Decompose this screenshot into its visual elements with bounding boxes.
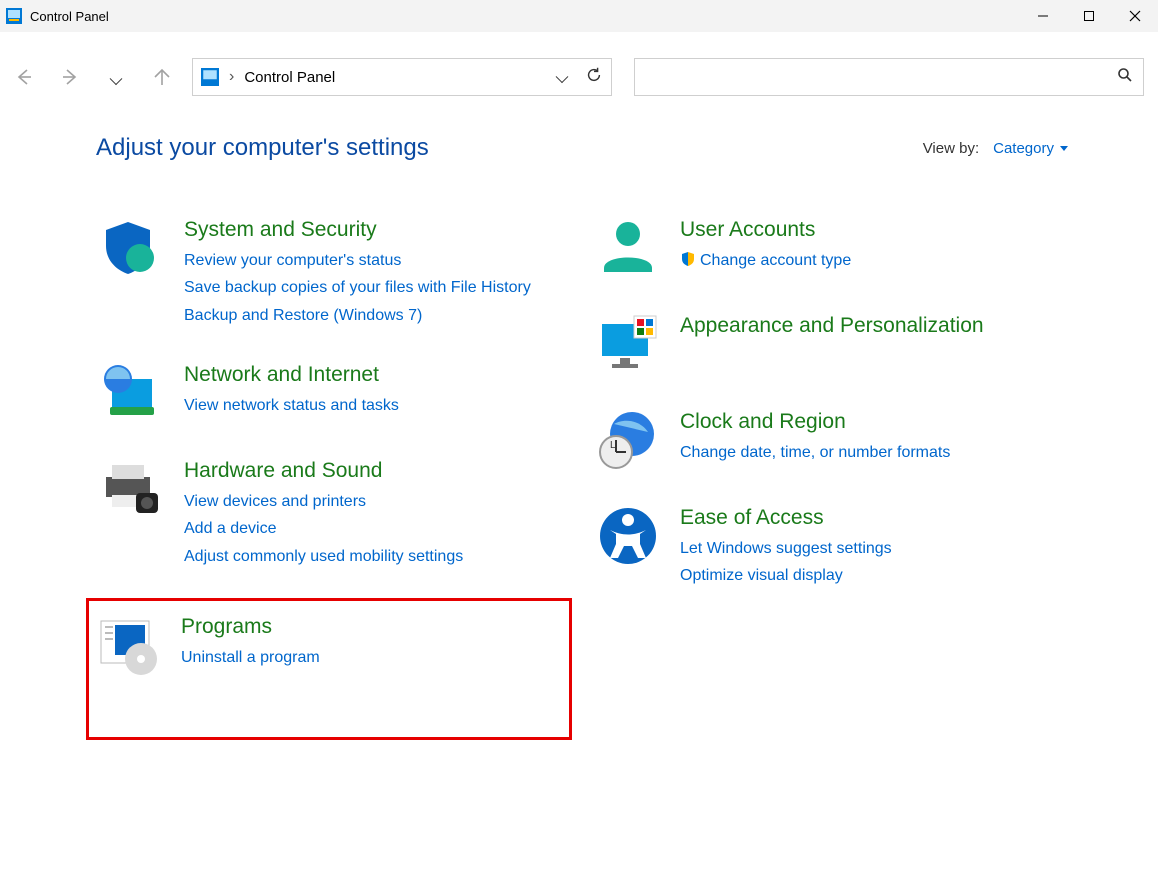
link-text: Change account type	[700, 252, 851, 269]
category-clock-region: L Clock and Region Change date, time, or…	[592, 404, 1068, 476]
category-hardware-sound: Hardware and Sound View devices and prin…	[96, 453, 572, 574]
category-user-accounts: User Accounts Change account type	[592, 212, 1068, 284]
category-network-internet: Network and Internet View network status…	[96, 357, 572, 429]
user-icon[interactable]	[596, 216, 660, 280]
category-title[interactable]: Appearance and Personalization	[680, 312, 1064, 339]
uac-shield-icon	[680, 249, 696, 265]
nav-toolbar: › Control Panel	[0, 32, 1158, 122]
refresh-button[interactable]	[585, 66, 603, 89]
recent-dropdown[interactable]	[106, 67, 126, 87]
link-review-status[interactable]: Review your computer's status	[184, 247, 568, 274]
search-input[interactable]	[645, 69, 1117, 86]
accessibility-icon[interactable]	[596, 504, 660, 568]
category-system-security: System and Security Review your computer…	[96, 212, 572, 333]
link-add-device[interactable]: Add a device	[184, 515, 568, 542]
breadcrumb-text[interactable]: Control Panel	[244, 69, 545, 86]
link-devices-printers[interactable]: View devices and printers	[184, 488, 568, 515]
maximize-button[interactable]	[1066, 0, 1112, 32]
category-title[interactable]: Programs	[181, 613, 561, 640]
printer-icon[interactable]	[100, 457, 164, 521]
address-dropdown[interactable]	[555, 66, 569, 89]
link-file-history[interactable]: Save backup copies of your files with Fi…	[184, 274, 568, 301]
category-title[interactable]: Network and Internet	[184, 361, 568, 388]
back-button[interactable]	[14, 67, 34, 87]
category-title[interactable]: Clock and Region	[680, 408, 1064, 435]
minimize-button[interactable]	[1020, 0, 1066, 32]
link-visual-display[interactable]: Optimize visual display	[680, 562, 1064, 589]
network-icon[interactable]	[100, 361, 164, 425]
link-change-account-type[interactable]: Change account type	[680, 247, 1064, 274]
link-date-time-formats[interactable]: Change date, time, or number formats	[680, 439, 1064, 466]
category-programs: Programs Uninstall a program	[86, 598, 572, 740]
category-appearance: Appearance and Personalization	[592, 308, 1068, 380]
category-ease-of-access: Ease of Access Let Windows suggest setti…	[592, 500, 1068, 594]
search-bar[interactable]	[634, 58, 1144, 96]
control-panel-crumb-icon	[201, 68, 219, 86]
close-button[interactable]	[1112, 0, 1158, 32]
viewby-label: View by:	[923, 140, 979, 157]
title-bar: Control Panel	[0, 0, 1158, 32]
svg-text:L: L	[610, 440, 616, 451]
page-heading: Adjust your computer's settings	[96, 134, 923, 162]
search-icon[interactable]	[1117, 67, 1133, 88]
category-title[interactable]: System and Security	[184, 216, 568, 243]
window-title: Control Panel	[30, 9, 1020, 24]
address-bar[interactable]: › Control Panel	[192, 58, 612, 96]
link-suggest-settings[interactable]: Let Windows suggest settings	[680, 535, 1064, 562]
category-title[interactable]: Ease of Access	[680, 504, 1064, 531]
programs-icon[interactable]	[97, 613, 161, 677]
right-column: User Accounts Change account type Appear…	[592, 212, 1068, 764]
link-backup-restore[interactable]: Backup and Restore (Windows 7)	[184, 302, 568, 329]
left-column: System and Security Review your computer…	[96, 212, 572, 764]
dropdown-caret-icon	[1060, 146, 1068, 151]
viewby-dropdown[interactable]: Category	[993, 140, 1068, 157]
link-mobility-settings[interactable]: Adjust commonly used mobility settings	[184, 543, 568, 570]
clock-globe-icon[interactable]: L	[596, 408, 660, 472]
link-uninstall-program[interactable]: Uninstall a program	[181, 644, 561, 671]
forward-button[interactable]	[60, 67, 80, 87]
shield-icon[interactable]	[100, 216, 164, 280]
link-network-status[interactable]: View network status and tasks	[184, 392, 568, 419]
chevron-right-icon: ›	[229, 68, 234, 86]
window-buttons	[1020, 0, 1158, 32]
content-area: Adjust your computer's settings View by:…	[0, 122, 1158, 764]
viewby-value: Category	[993, 140, 1054, 157]
control-panel-icon	[6, 8, 22, 24]
category-title[interactable]: Hardware and Sound	[184, 457, 568, 484]
category-title[interactable]: User Accounts	[680, 216, 1064, 243]
up-button[interactable]	[152, 67, 172, 87]
monitor-icon[interactable]	[596, 312, 660, 376]
